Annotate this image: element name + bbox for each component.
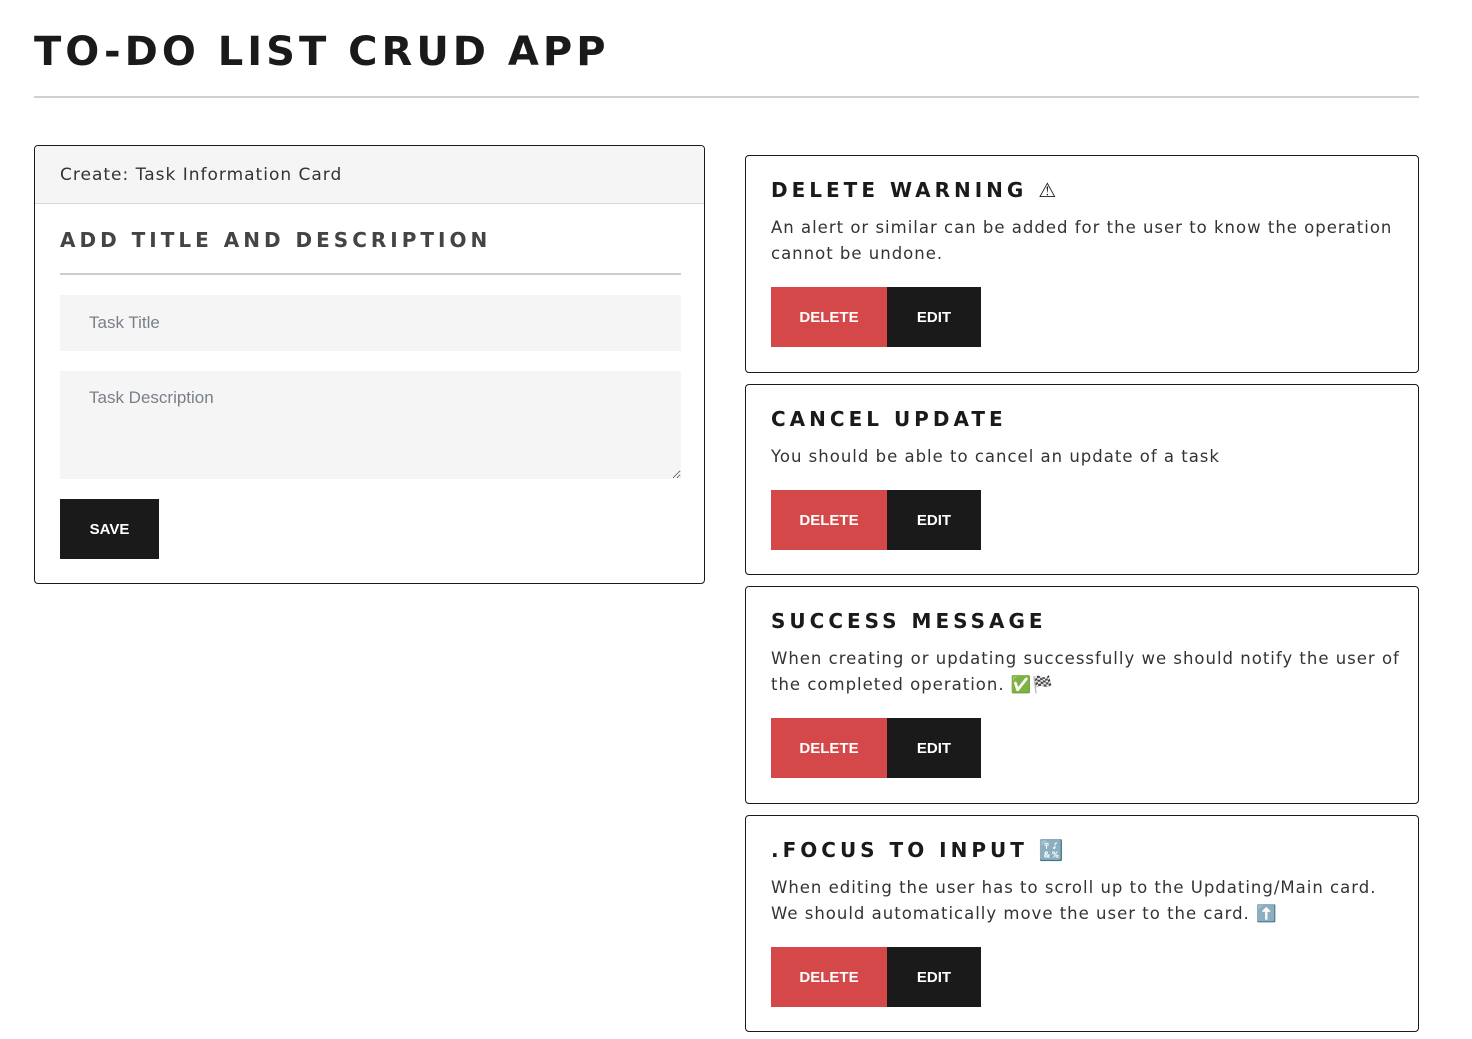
page: TO-DO LIST CRUD APP Create: Task Informa…: [0, 0, 1472, 1039]
app-title: TO-DO LIST CRUD APP: [34, 29, 610, 75]
task-card-cancel-update: CANCEL UPDATE You should be able to canc…: [745, 384, 1419, 575]
create-card-heading: ADD TITLE AND DESCRIPTION: [60, 228, 492, 252]
delete-button[interactable]: DELETE: [771, 947, 887, 1007]
task-title: DELETE WARNING ⚠: [771, 178, 1061, 202]
task-title-input[interactable]: [60, 295, 681, 351]
task-actions: DELETE EDIT: [771, 287, 981, 347]
task-card-delete-warning: DELETE WARNING ⚠ An alert or similar can…: [745, 155, 1419, 373]
edit-button[interactable]: EDIT: [887, 287, 981, 347]
task-title: SUCCESS MESSAGE: [771, 609, 1047, 633]
save-button[interactable]: SAVE: [60, 499, 159, 559]
task-card-focus-to-input: .FOCUS TO INPUT 🔣 When editing the user …: [745, 815, 1419, 1032]
task-description: When editing the user has to scroll up t…: [771, 878, 1377, 923]
task-title: CANCEL UPDATE: [771, 407, 1007, 431]
delete-button[interactable]: DELETE: [771, 490, 887, 550]
task-description: You should be able to cancel an update o…: [771, 447, 1220, 466]
task-actions: DELETE EDIT: [771, 947, 981, 1007]
edit-button[interactable]: EDIT: [887, 718, 981, 778]
create-card-header: Create: Task Information Card: [35, 146, 704, 204]
task-card-success-message: SUCCESS MESSAGE When creating or updatin…: [745, 586, 1419, 804]
task-description: An alert or similar can be added for the…: [771, 218, 1393, 263]
title-divider: [34, 96, 1419, 98]
edit-button[interactable]: EDIT: [887, 490, 981, 550]
task-title: .FOCUS TO INPUT 🔣: [771, 838, 1068, 862]
task-actions: DELETE EDIT: [771, 490, 981, 550]
delete-button[interactable]: DELETE: [771, 718, 887, 778]
task-description: When creating or updating successfully w…: [771, 649, 1400, 694]
create-card-divider: [60, 273, 681, 275]
edit-button[interactable]: EDIT: [887, 947, 981, 1007]
delete-button[interactable]: DELETE: [771, 287, 887, 347]
create-task-card: Create: Task Information Card ADD TITLE …: [34, 145, 705, 584]
task-description-input[interactable]: [60, 371, 681, 479]
task-actions: DELETE EDIT: [771, 718, 981, 778]
